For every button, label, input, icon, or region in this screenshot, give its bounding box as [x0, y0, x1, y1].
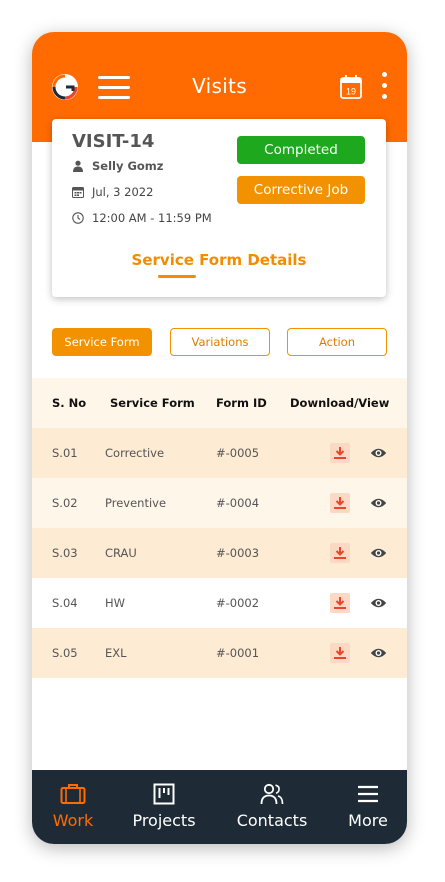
- row-sno: S.05: [52, 646, 78, 660]
- menu-icon: [358, 785, 378, 803]
- table-row[interactable]: S.01 Corrective #-0005: [32, 428, 407, 478]
- row-service-form: CRAU: [105, 546, 137, 560]
- nav-item-more[interactable]: More: [323, 770, 407, 844]
- view-icon[interactable]: [370, 497, 387, 509]
- row-form-id: #-0002: [216, 596, 260, 610]
- row-sno: S.02: [52, 496, 78, 510]
- tab-action[interactable]: Action: [287, 328, 387, 356]
- users-icon: [260, 783, 284, 805]
- phone-frame: Visits 19 VISIT-14 Selly Gomz Jul, 3 202…: [32, 32, 407, 844]
- kanban-board-icon: [153, 783, 175, 805]
- table-row[interactable]: S.02 Preventive #-0004: [32, 478, 407, 528]
- download-icon[interactable]: [330, 443, 350, 463]
- table-row[interactable]: S.04 HW #-0002: [32, 578, 407, 628]
- job-type-badge[interactable]: Corrective Job: [237, 176, 365, 204]
- customer-row: Selly Gomz: [72, 159, 163, 173]
- service-form-table: S. No Service Form Form ID Download/View…: [32, 378, 407, 678]
- row-service-form: EXL: [105, 646, 127, 660]
- row-form-id: #-0001: [216, 646, 260, 660]
- visit-time: 12:00 AM - 11:59 PM: [92, 211, 212, 225]
- clock-icon: [72, 212, 84, 224]
- header-sno: S. No: [52, 396, 87, 410]
- view-icon[interactable]: [370, 647, 387, 659]
- header-service-form: Service Form: [110, 396, 195, 410]
- calendar-small-icon: [72, 187, 84, 198]
- briefcase-icon: [60, 784, 86, 804]
- download-icon[interactable]: [330, 593, 350, 613]
- nav-item-work[interactable]: Work: [32, 770, 118, 844]
- row-form-id: #-0004: [216, 496, 260, 510]
- row-sno: S.03: [52, 546, 78, 560]
- user-icon: [73, 160, 83, 172]
- visit-id: VISIT-14: [72, 131, 155, 152]
- time-row: 12:00 AM - 11:59 PM: [72, 211, 212, 225]
- tab-variations[interactable]: Variations: [170, 328, 270, 356]
- tab-service-form[interactable]: Service Form: [52, 328, 152, 356]
- table-header: S. No Service Form Form ID Download/View: [32, 378, 407, 428]
- visit-date: Jul, 3 2022: [92, 185, 154, 199]
- customer-name: Selly Gomz: [92, 159, 164, 173]
- bottom-nav: Work Projects Contacts More: [32, 770, 407, 844]
- view-icon[interactable]: [370, 547, 387, 559]
- row-sno: S.04: [52, 596, 78, 610]
- visit-card: VISIT-14 Selly Gomz Jul, 3 2022 12:00 AM: [52, 119, 386, 297]
- calendar-day: 19: [346, 87, 356, 97]
- download-icon[interactable]: [330, 643, 350, 663]
- table-row[interactable]: S.05 EXL #-0001: [32, 628, 407, 678]
- nav-item-projects[interactable]: Projects: [119, 770, 209, 844]
- nav-label-more: More: [348, 811, 388, 830]
- row-service-form: Corrective: [105, 446, 165, 460]
- table-row[interactable]: S.03 CRAU #-0003: [32, 528, 407, 578]
- nav-label-work: Work: [52, 811, 94, 830]
- status-badge[interactable]: Completed: [237, 136, 365, 164]
- nav-item-contacts[interactable]: Contacts: [227, 770, 317, 844]
- nav-label-projects: Projects: [132, 811, 196, 830]
- row-form-id: #-0005: [216, 446, 260, 460]
- download-icon[interactable]: [330, 543, 350, 563]
- service-form-details-link[interactable]: Service Form Details: [52, 251, 386, 269]
- view-icon[interactable]: [370, 447, 387, 459]
- download-icon[interactable]: [330, 493, 350, 513]
- row-service-form: Preventive: [105, 496, 167, 510]
- row-form-id: #-0003: [216, 546, 260, 560]
- date-row: Jul, 3 2022: [72, 185, 153, 199]
- more-vertical-icon[interactable]: [380, 72, 388, 102]
- header-download-view: Download/View: [290, 396, 390, 410]
- calendar-icon[interactable]: 19: [340, 74, 362, 100]
- row-sno: S.01: [52, 446, 78, 460]
- nav-label-contacts: Contacts: [236, 811, 308, 830]
- view-icon[interactable]: [370, 597, 387, 609]
- row-service-form: HW: [105, 596, 126, 610]
- active-link-underline: [158, 275, 196, 278]
- header-form-id: Form ID: [216, 396, 267, 410]
